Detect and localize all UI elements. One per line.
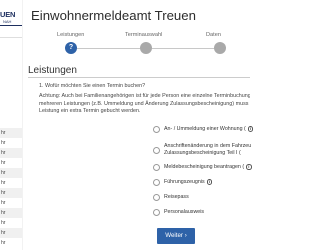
radio-button[interactable]: [153, 164, 160, 171]
logo-subtitle: NAH: [3, 19, 12, 24]
radio-button[interactable]: [153, 147, 160, 154]
step-indicator-daten: [214, 42, 226, 54]
step-indicator-terminauswahl: [140, 42, 152, 54]
sidebar-divider: [0, 37, 22, 38]
sidebar-row: hr: [0, 128, 22, 138]
step-indicator-leistungen: ?: [65, 42, 77, 54]
sidebar-row: hr: [0, 208, 22, 218]
sidebar: UEN NAH hr hr hr hr hr hr hr hr hr hr hr…: [0, 0, 22, 250]
logo[interactable]: UEN: [0, 10, 15, 19]
notice-line: Leistung ein extra Termin gebucht werden…: [39, 108, 141, 114]
option-label: Meldebescheinigung beantragen (: [164, 164, 245, 171]
step-connector: [152, 48, 214, 49]
option-label: Führungszeugnis: [164, 179, 205, 186]
sidebar-row: hr: [0, 188, 22, 198]
option-label: Zulassungsbescheinigung Teil I (: [164, 150, 241, 156]
radio-button[interactable]: [153, 209, 160, 216]
radio-button[interactable]: [153, 194, 160, 201]
info-icon[interactable]: i: [246, 164, 252, 170]
sidebar-row: hr: [0, 168, 22, 178]
option-label: An- / Ummeldung einer Wohnung (: [164, 126, 246, 133]
info-icon[interactable]: i: [247, 126, 254, 132]
option-label: Anschriftenänderung in dem Fahrzeu: [164, 143, 252, 149]
section-divider: [28, 77, 250, 78]
section-title: Leistungen: [28, 65, 77, 76]
sidebar-row: hr: [1, 240, 6, 246]
next-button[interactable]: Weiter ›: [157, 228, 195, 244]
option-label: Reisepass: [164, 194, 189, 200]
sidebar-row: hr: [0, 148, 22, 158]
sidebar-row: hr: [1, 160, 6, 166]
info-icon[interactable]: i: [206, 179, 213, 185]
sidebar-row: hr: [1, 140, 6, 146]
step-label-leistungen: Leistungen: [57, 32, 85, 38]
sidebar-row: hr: [1, 200, 6, 206]
notice-text: Achtung: Auch bei Familienangehörigen is…: [39, 93, 250, 116]
sidebar-row: hr: [1, 180, 6, 186]
sidebar-row: hr: [1, 220, 6, 226]
question-text: 1. Wofür möchten Sie einen Termin buchen…: [39, 83, 146, 89]
logo-underline: [0, 25, 22, 26]
step-connector: [76, 48, 140, 49]
radio-button[interactable]: [153, 126, 160, 133]
notice-line: Achtung: Auch bei Familienangehörigen is…: [39, 93, 250, 99]
sidebar-list: hr hr hr hr hr hr hr hr hr hr hr hr: [0, 128, 22, 248]
page-title: Einwohnermeldeamt Treuen: [31, 8, 196, 23]
radio-button[interactable]: [153, 179, 160, 186]
sidebar-row: hr: [0, 228, 22, 238]
step-label-daten: Daten: [206, 32, 221, 38]
option-label: Personalausweis: [164, 209, 205, 215]
sidebar-border: [22, 0, 23, 250]
notice-line: mehreren Leistungen (z.B. Ummeldung und …: [39, 100, 249, 107]
step-label-terminauswahl: Terminauswahl: [125, 32, 163, 38]
